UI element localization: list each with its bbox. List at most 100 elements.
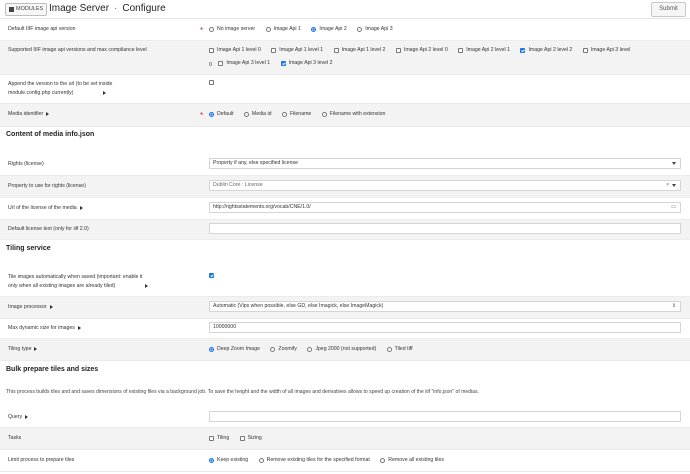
- image-processor-label: Image processor: [8, 303, 53, 312]
- query-input[interactable]: [209, 411, 681, 422]
- compliance-label: Supported IIIF image api versions and ma…: [8, 47, 147, 53]
- iiif-version-label: Default IIIF image api version: [8, 26, 76, 32]
- license-url-input[interactable]: http://rightsstatements.org/vocab/CNE/1.…: [209, 202, 681, 213]
- radio-keep-existing[interactable]: Keep existing: [209, 456, 248, 465]
- chevron-down-icon: [672, 184, 676, 187]
- checkbox-api3-level1[interactable]: Image Api 3 level 1: [218, 59, 270, 68]
- clear-icon[interactable]: ×: [666, 181, 669, 190]
- auto-tile-checkbox[interactable]: [209, 273, 214, 278]
- card-icon: ▭: [671, 204, 676, 210]
- media-identifier-label: Media identifier: [8, 110, 50, 119]
- tasks-label: Tasks: [8, 435, 22, 441]
- append-version-label: Append the version to the url (to be set…: [8, 81, 113, 96]
- row-tiling-type: Tiling type Deep Zoom Image Zoomify Jpeg…: [0, 339, 690, 361]
- page-title-sub: Configure: [122, 3, 166, 14]
- image-processor-select[interactable]: Automatic (Vips when possible, else GD, …: [209, 301, 681, 312]
- radio-tiled-tiff[interactable]: Tiled tiff: [386, 345, 413, 354]
- top-bar: MODULES Image Server · Configure Submit: [0, 0, 690, 19]
- iiif-version-radios: No image server Image Api 1 Image Api 2 …: [209, 25, 402, 36]
- radio-jpeg2000[interactable]: Jpeg 2000 (not supported): [307, 345, 376, 354]
- checkbox-api1-level1[interactable]: Image Api 1 level 1: [271, 46, 323, 55]
- row-query: Query: [0, 408, 690, 428]
- title-separator: ·: [114, 3, 118, 14]
- row-auto-tile: Tile images automatically when saved (im…: [0, 268, 690, 297]
- max-size-label: Max dynamic size for images: [8, 324, 81, 333]
- checkbox-api2-level0[interactable]: Image Api 2 level 0: [395, 46, 448, 55]
- append-version-checkbox[interactable]: [209, 80, 214, 85]
- row-append-version: Append the version to the url (to be set…: [0, 75, 690, 104]
- rights-label: Rights (license): [8, 161, 44, 167]
- row-license-text: Default license text (only for iiif 2.0): [0, 220, 690, 240]
- rights-property-label: Property to use for rights (license): [8, 183, 86, 189]
- expand-caret-icon[interactable]: [103, 90, 107, 95]
- radio-deep-zoom[interactable]: Deep Zoom Image: [209, 345, 260, 354]
- row-iiif-version: Default IIIF image api version * No imag…: [0, 20, 690, 41]
- checkbox-tiling[interactable]: Tiling: [209, 434, 229, 443]
- radio-filename-extension[interactable]: Filename with extension: [321, 110, 385, 119]
- tiling-type-label: Tiling type: [8, 345, 38, 354]
- page-title: Image Server · Configure: [49, 2, 166, 16]
- query-label: Query: [8, 413, 29, 422]
- compliance-checkboxes-line1: Image Api 1 level 0 Image Api 1 level 1 …: [209, 46, 639, 57]
- limit-process-label: Limit process to prepare tiles: [8, 457, 75, 463]
- checkbox-api2-level1[interactable]: Image Api 2 level 1: [458, 46, 510, 55]
- modules-button[interactable]: MODULES: [5, 3, 48, 16]
- media-identifier-radios: Default Media id Filename Filename with …: [209, 110, 394, 121]
- radio-media-id[interactable]: Media id: [243, 110, 272, 119]
- license-url-label: Url of the license of the media: [8, 204, 83, 213]
- section-title-media-info: Content of media info.json: [6, 131, 95, 138]
- radio-no-image-server[interactable]: No image server: [209, 25, 255, 34]
- auto-tile-checkbox-wrap: [209, 273, 217, 282]
- expand-caret-icon[interactable]: [79, 205, 83, 210]
- checkbox-api1-level2[interactable]: Image Api 1 level 2: [333, 46, 385, 55]
- radio-default[interactable]: Default: [209, 110, 233, 119]
- bulk-description: This process builds tiles and and saves …: [6, 389, 479, 395]
- radio-image-api-1[interactable]: Image Api 1: [265, 25, 301, 34]
- license-text-label: Default license text (only for iiif 2.0): [8, 226, 89, 232]
- rights-select[interactable]: Property if any, else specified license: [209, 158, 681, 169]
- submit-button[interactable]: Submit: [651, 2, 686, 17]
- expand-caret-icon[interactable]: [25, 414, 29, 419]
- modules-icon: [9, 7, 14, 12]
- checkbox-api3-level2[interactable]: Image Api 3 level 2: [280, 59, 332, 68]
- radio-filename[interactable]: Filename: [281, 110, 311, 119]
- expand-caret-icon[interactable]: [46, 111, 50, 116]
- row-rights-property: Property to use for rights (license) Dub…: [0, 176, 690, 198]
- radio-image-api-3[interactable]: Image Api 3: [357, 25, 393, 34]
- row-rights: Rights (license) Property if any, else s…: [0, 154, 690, 176]
- row-image-processor: Image processor Automatic (Vips when pos…: [0, 297, 690, 319]
- tasks-checkboxes: Tiling Sizing: [209, 434, 271, 445]
- tiling-type-radios: Deep Zoom Image Zoomify Jpeg 2000 (not s…: [209, 345, 422, 356]
- checkbox-sizing[interactable]: Sizing: [239, 434, 262, 443]
- required-marker: *: [200, 26, 204, 35]
- radio-remove-existing-format[interactable]: Remove existing tiles for the specified …: [258, 456, 370, 465]
- expand-caret-icon[interactable]: [34, 346, 38, 351]
- max-size-input[interactable]: 10000000: [209, 322, 681, 333]
- limit-process-radios: Keep existing Remove existing tiles for …: [209, 456, 453, 467]
- expand-caret-icon[interactable]: [49, 304, 53, 309]
- append-version-checkbox-wrap: [209, 80, 217, 89]
- auto-tile-label: Tile images automatically when saved (im…: [8, 273, 149, 291]
- radio-zoomify[interactable]: Zoomify: [270, 345, 297, 354]
- license-text-input[interactable]: [209, 223, 681, 234]
- section-title-bulk: Bulk prepare tiles and sizes: [6, 366, 99, 373]
- row-max-size: Max dynamic size for images 10000000: [0, 319, 690, 339]
- row-tasks: Tasks Tiling Sizing: [0, 428, 690, 450]
- required-marker: *: [200, 111, 204, 120]
- checkbox-api2-level2[interactable]: Image Api 2 level 2: [520, 46, 572, 55]
- checkbox-api3-level0[interactable]: Image Api 3 level: [582, 46, 630, 55]
- rights-property-select[interactable]: Dublin Core : License ×: [209, 180, 681, 191]
- radio-remove-all[interactable]: Remove all existing tiles: [380, 456, 444, 465]
- compliance-checkboxes-line2: 0 Image Api 3 level 1 Image Api 3 level …: [209, 59, 341, 70]
- modules-label: MODULES: [16, 6, 44, 12]
- checkbox-api1-level0[interactable]: Image Api 1 level 0: [209, 46, 261, 55]
- section-title-tiling: Tiling service: [6, 245, 51, 252]
- expand-caret-icon[interactable]: [145, 283, 149, 288]
- chevron-down-icon: [672, 162, 676, 165]
- compliance-wrap-text: 0: [209, 62, 212, 68]
- expand-caret-icon[interactable]: [77, 325, 81, 330]
- radio-image-api-2[interactable]: Image Api 2: [311, 25, 347, 34]
- row-media-identifier: Media identifier * Default Media id File…: [0, 104, 690, 127]
- row-limit-process: Limit process to prepare tiles Keep exis…: [0, 450, 690, 472]
- row-compliance: Supported IIIF image api versions and ma…: [0, 41, 690, 75]
